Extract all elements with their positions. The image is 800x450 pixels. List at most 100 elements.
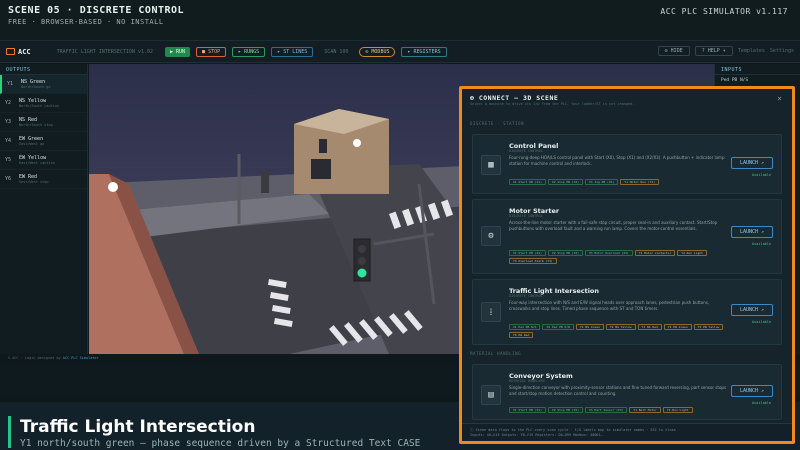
outputs-panel: OUTPUTS Y1 NS Green North/South go Y2 NS … [0,64,88,354]
st-lines-button[interactable]: ▸ ST LINES [271,46,314,57]
footer-link[interactable]: ACC PLC Simulator [63,356,99,360]
card-io-chips: X1 Start PB (X1) X2 Stop PB (X2) X3 Moto… [509,250,729,264]
output-desc: East/West stop [19,180,49,184]
modal-footer: ⓘ Scene data flows to the PLC every scan… [462,423,792,441]
section-label: DISCRETE · STATION [470,121,525,126]
scene-card-traffic-light[interactable]: ⁞ Traffic Light Intersection DISCRETE CO… [472,279,782,345]
output-tag: Y5 [5,157,12,163]
logo-icon [6,48,15,55]
io-chip: Y1 Motor Contactor [634,250,676,256]
hide-button[interactable]: ⊘ HIDE [657,46,690,56]
help-button[interactable]: ? HELP ▾ [694,46,733,56]
output-desc: East/West go [19,142,45,146]
io-chip: X1 Start PB (X1) [509,250,546,256]
footer-io-line: Inputs: X0–X15 Outputs: Y0–Y15 Registers… [470,433,603,437]
gear-icon: ⚙ [481,226,501,246]
output-row[interactable]: Y5 EW Yellow East/West caution [0,151,87,170]
io-chip: X2 Stop PB (X2) [547,407,583,413]
availability-label: Available [752,173,771,177]
scene-card-conveyor[interactable]: ▤ Conveyor System MATERIAL HANDLING Sing… [472,364,782,420]
io-chip: Y3 Overload Alarm (Y3) [509,258,557,264]
close-icon[interactable]: × [777,94,782,103]
simulator-title: ACC PLC SIMULATOR v1.117 [660,7,788,16]
io-chip: Y4 EW Green [663,324,692,330]
caption-accent-bar [8,416,11,448]
output-row[interactable]: Y4 EW Green East/West go [0,132,87,151]
availability-label: Available [752,401,771,405]
card-type: DISCRETE CONTROL [509,294,543,298]
output-desc: North/South caution [19,104,60,108]
section-label: MATERIAL HANDLING [470,351,522,356]
card-description: Four-way intersection with N/S and E/W s… [509,300,710,311]
launch-button[interactable]: LAUNCH ↗ [731,385,773,397]
card-type: DISCRETE CONTROL [509,214,543,218]
output-row[interactable]: Y6 EW Red East/West stop [0,170,87,189]
availability-label: Available [752,242,771,246]
availability-label: Available [752,320,771,324]
scene-card-control-panel[interactable]: ▦ Control Panel DISCRETE CONTROL Four-ru… [472,134,782,194]
toolbar: ACC TRAFFIC LIGHT INTERSECTION v1.02 ▶ R… [0,41,800,63]
card-io-chips: X1 Ped PB N/S X2 Ped PB E/W Y1 NS Green … [509,324,729,338]
output-tag: Y3 [5,119,12,125]
card-io-chips: X1 Start PB (X1) X2 Stop PB (X2) X3 Part… [509,407,729,413]
io-chip: Y1 NS Green [575,324,604,330]
scene-card-motor-starter[interactable]: ⚙ Motor Starter DISCRETE CONTROL Across-… [472,199,782,274]
traffic-light-icon: ⁞ [481,302,501,322]
io-chip: Y1 Belt Motor [629,407,661,413]
launch-button[interactable]: LAUNCH ↗ [731,157,773,169]
top-banner: SCENE 05 · DISCRETE CONTROL FREE · BROWS… [0,0,800,40]
io-chip: X3 Part Sensor (X3) [585,407,628,413]
modbus-button[interactable]: ⊙ MODBUS [359,46,396,57]
output-row[interactable]: Y3 NS Red North/South stop [0,113,87,132]
io-chip: Y6 EW Red [509,332,534,338]
io-chip: Y5 EW Yellow [693,324,724,330]
io-chip: X1 Start PB (X1) [509,407,546,413]
modal-title: ⊕ CONNECT — 3D SCENE [470,94,559,102]
output-row[interactable]: Y1 NS Green North/South go [0,75,87,94]
io-chip: Y2 Run Light [662,407,693,413]
launch-button[interactable]: LAUNCH ↗ [731,226,773,238]
connect-scene-modal: ⊕ CONNECT — 3D SCENE Select a machine to… [462,89,792,441]
io-chip: X2 Ped PB E/W [542,324,574,330]
scene-label: SCENE 05 · DISCRETE CONTROL [8,5,185,16]
inputs-header: INPUTS [715,64,800,75]
conveyor-icon: ▤ [481,385,501,405]
io-chip: Y1 Motor Run (Y1) [620,179,660,185]
modal-hint: Select a machine to drive its I/O from t… [470,102,635,106]
io-chip: X1 Start PB (X1) [509,179,546,185]
io-chip: X3 Jog PB (X3) [585,179,619,185]
launch-button[interactable]: LAUNCH ↗ [731,304,773,316]
rungs-button[interactable]: ▸ RUNGS [232,46,266,57]
settings-link[interactable]: Settings [770,48,794,54]
io-chip: X2 Stop PB (X2) [547,179,583,185]
output-desc: East/West caution [19,161,55,165]
outputs-header: OUTPUTS [0,64,87,75]
stop-button[interactable]: ■ STOP [196,46,227,57]
output-desc: North/South go [21,85,51,89]
logo-text: ACC [18,47,31,56]
templates-link[interactable]: Templates [738,48,765,54]
registers-button[interactable]: ▸ REGISTERS [401,46,447,57]
output-tag: Y4 [5,138,12,144]
output-tag: Y2 [5,100,12,106]
run-button[interactable]: ▶ RUN [164,46,191,57]
scene-tags: FREE · BROWSER-BASED · NO INSTALL [8,18,164,26]
control-panel-icon: ▦ [481,155,501,175]
app-logo[interactable]: ACC [6,48,31,56]
card-type: MATERIAL HANDLING [509,379,545,383]
output-desc: North/South stop [19,123,53,127]
footer-text: © ACC · Logic designed by [8,356,61,360]
output-row[interactable]: Y2 NS Yellow North/South caution [0,94,87,113]
card-description: Across-the-line motor starter with a fai… [509,220,718,231]
io-chip: Y2 NS Yellow [605,324,636,330]
card-type: DISCRETE CONTROL [509,149,543,153]
caption-title: Traffic Light Intersection [20,417,256,437]
card-description: Single-direction conveyor with proximity… [509,385,727,396]
program-title: TRAFFIC LIGHT INTERSECTION v1.02 [56,48,153,55]
io-chip: X1 Ped PB N/S [509,324,541,330]
io-chip: Y2 Run Light [677,250,707,256]
io-chip: Y3 NS Red [637,324,662,330]
toolbar-right: ⊘ HIDE ? HELP ▾ Templates Settings [657,46,794,56]
io-chip: X3 Motor Overload (X3) [585,250,633,256]
scan-readout: SCAN 100 [324,48,349,55]
